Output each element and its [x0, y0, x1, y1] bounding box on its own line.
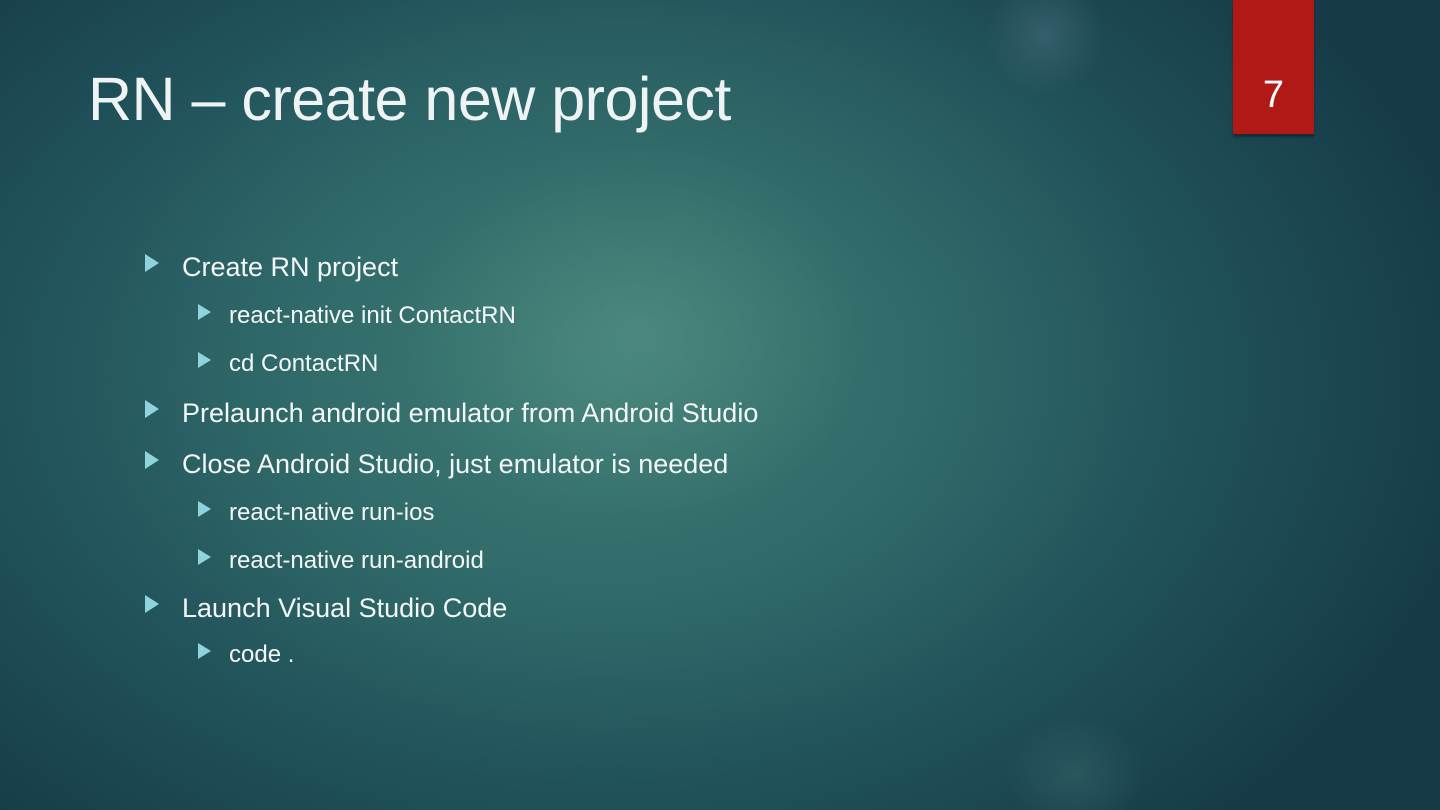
sub-bullet-item: cd ContactRN [198, 350, 379, 378]
bullet-text: Close Android Studio, just emulator is n… [182, 449, 729, 479]
bullet-text: code . [229, 641, 295, 668]
sub-bullet-item: react-native run-android [198, 547, 484, 575]
slide-title: RN – create new project [88, 65, 731, 133]
triangle-right-icon [145, 254, 159, 272]
bullet-item: Create RN project [145, 252, 399, 283]
bullet-text: Launch Visual Studio Code [182, 593, 508, 623]
triangle-right-icon [198, 352, 211, 368]
bullet-text: react-native run-ios [229, 499, 435, 526]
sub-bullet-item: code . [198, 641, 295, 669]
bullet-text: react-native init ContactRN [229, 302, 516, 329]
bullet-text: Create RN project [182, 252, 399, 282]
slide: RN – create new project 7 Create RN proj… [0, 0, 1440, 810]
triangle-right-icon [198, 501, 211, 517]
bullet-text: cd ContactRN [229, 350, 379, 377]
sub-bullet-item: react-native init ContactRN [198, 302, 516, 330]
sub-bullet-item: react-native run-ios [198, 499, 435, 527]
slide-number-badge: 7 [1233, 0, 1314, 134]
bullet-item: Close Android Studio, just emulator is n… [145, 449, 729, 480]
triangle-right-icon [145, 595, 159, 613]
triangle-right-icon [198, 643, 211, 659]
slide-number: 7 [1262, 74, 1285, 116]
triangle-right-icon [145, 400, 159, 418]
bullet-text: Prelaunch android emulator from Android … [182, 398, 759, 428]
triangle-right-icon [198, 304, 211, 320]
triangle-right-icon [145, 451, 159, 469]
triangle-right-icon [198, 549, 211, 565]
bullet-item: Prelaunch android emulator from Android … [145, 398, 759, 429]
bullet-item: Launch Visual Studio Code [145, 593, 508, 624]
bullet-text: react-native run-android [229, 547, 484, 574]
